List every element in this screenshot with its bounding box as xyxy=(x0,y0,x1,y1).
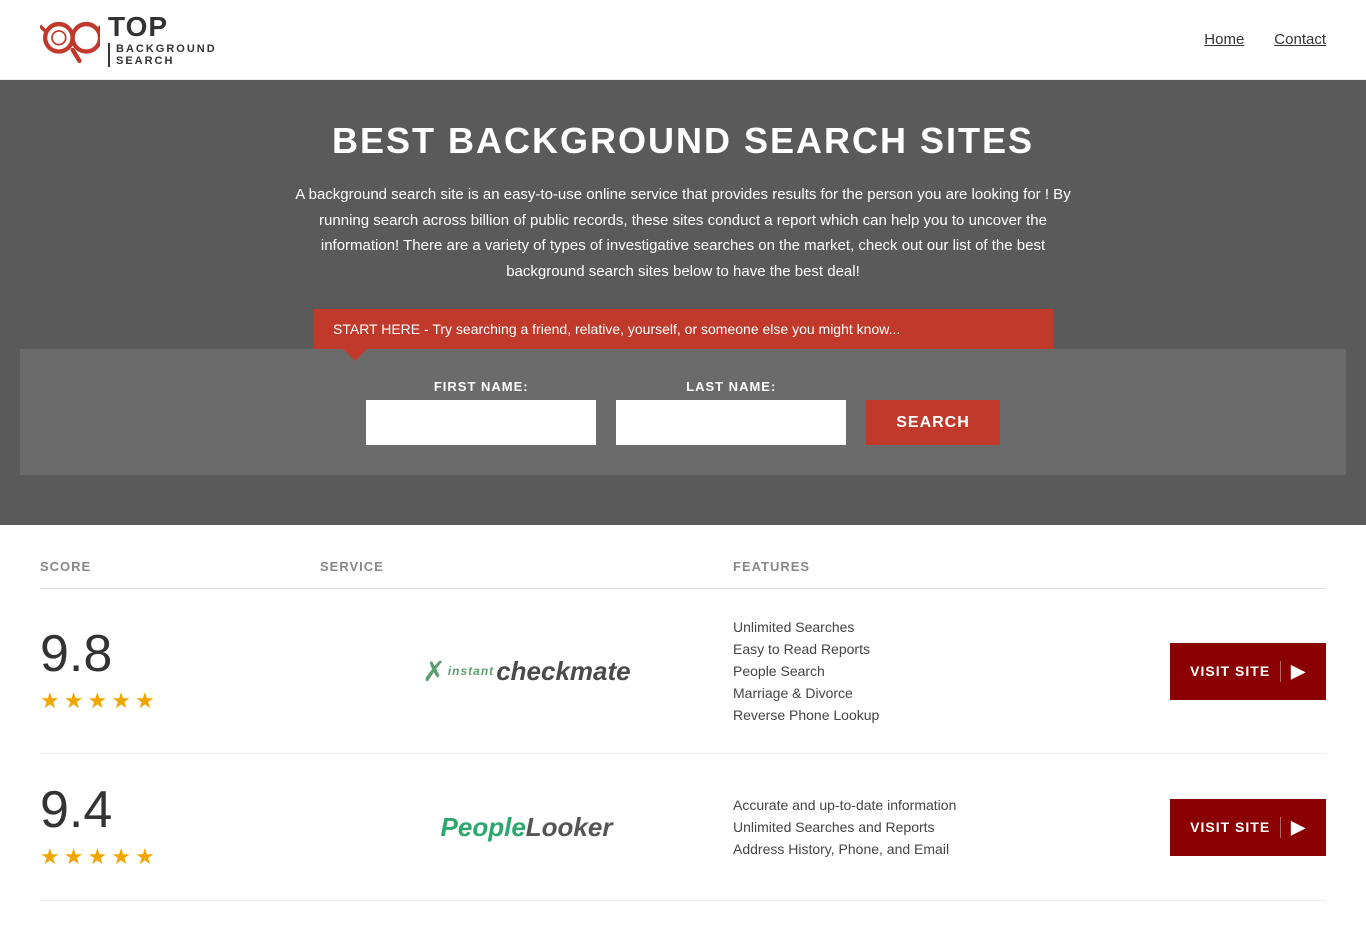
feature-item: Reverse Phone Lookup xyxy=(733,707,1146,723)
visit-label-2: VISIT SITE xyxy=(1190,819,1270,835)
checkmark-icon: ✗ xyxy=(422,655,445,688)
score-number-2: 9.4 xyxy=(40,784,112,836)
search-button[interactable]: SEARCH xyxy=(866,400,1000,445)
checkmate-text: checkmate xyxy=(496,656,630,687)
logo-top-text: TOP xyxy=(108,12,217,43)
col-features: FEATURES xyxy=(733,559,1146,574)
feature-item: Unlimited Searches and Reports xyxy=(733,819,1146,835)
header: TOP BACKGROUNDSEARCH Home Contact xyxy=(0,0,1366,80)
feature-item: Marriage & Divorce xyxy=(733,685,1146,701)
stars-2: ★ ★ ★ ★ ★ xyxy=(40,844,155,870)
hero-description: A background search site is an easy-to-u… xyxy=(283,182,1083,284)
service-cell-1: ✗ instant checkmate xyxy=(320,655,733,688)
people-text: People xyxy=(441,812,526,842)
star-3: ★ xyxy=(87,844,107,870)
feature-item: Address History, Phone, and Email xyxy=(733,841,1146,857)
logo: TOP BACKGROUNDSEARCH xyxy=(40,12,217,67)
results-table: SCORE SERVICE FEATURES 9.8 ★ ★ ★ ★ ★ ✗ i… xyxy=(0,545,1366,941)
last-name-group: LAST NAME: xyxy=(616,379,846,445)
score-number-1: 9.8 xyxy=(40,628,112,680)
star-1: ★ xyxy=(40,688,60,714)
peoplelooker-logo: PeopleLooker xyxy=(441,812,613,843)
search-banner: START HERE - Try searching a friend, rel… xyxy=(313,309,1053,349)
stars-1: ★ ★ ★ ★ ★ xyxy=(40,688,155,714)
col-action xyxy=(1146,559,1326,574)
score-cell-1: 9.8 ★ ★ ★ ★ ★ xyxy=(40,628,320,714)
service-cell-2: PeopleLooker xyxy=(320,812,733,843)
star-3: ★ xyxy=(87,688,107,714)
nav: Home Contact xyxy=(1204,31,1326,48)
nav-contact[interactable]: Contact xyxy=(1274,31,1326,48)
first-name-input[interactable] xyxy=(366,400,596,445)
last-name-label: LAST NAME: xyxy=(616,379,846,394)
star-1: ★ xyxy=(40,844,60,870)
last-name-input[interactable] xyxy=(616,400,846,445)
feature-item: Easy to Read Reports xyxy=(733,641,1146,657)
visit-label-1: VISIT SITE xyxy=(1190,663,1270,679)
star-2: ★ xyxy=(64,844,84,870)
banner-text: START HERE - Try searching a friend, rel… xyxy=(333,321,900,337)
star-5: ★ xyxy=(135,688,155,714)
features-cell-1: Unlimited Searches Easy to Read Reports … xyxy=(733,619,1146,723)
logo-icon xyxy=(40,12,100,67)
logo-text: TOP BACKGROUNDSEARCH xyxy=(108,12,217,67)
search-form: FIRST NAME: LAST NAME: SEARCH xyxy=(40,379,1326,445)
arrow-icon-2: ▶ xyxy=(1280,817,1306,838)
hero-title: BEST BACKGROUND SEARCH SITES xyxy=(20,120,1346,162)
arrow-icon-1: ▶ xyxy=(1280,661,1306,682)
instant-checkmate-logo: ✗ instant checkmate xyxy=(422,655,630,688)
nav-home[interactable]: Home xyxy=(1204,31,1244,48)
instant-text: instant xyxy=(448,664,494,678)
visit-cell-2: VISIT SITE ▶ xyxy=(1146,799,1326,856)
looker-text: Looker xyxy=(526,812,613,842)
logo-bottom-text: BACKGROUNDSEARCH xyxy=(108,43,217,67)
first-name-label: FIRST NAME: xyxy=(366,379,596,394)
features-cell-2: Accurate and up-to-date information Unli… xyxy=(733,797,1146,857)
feature-item: People Search xyxy=(733,663,1146,679)
star-5: ★ xyxy=(135,844,155,870)
first-name-group: FIRST NAME: xyxy=(366,379,596,445)
search-form-container: FIRST NAME: LAST NAME: SEARCH xyxy=(20,349,1346,475)
col-score: SCORE xyxy=(40,559,320,574)
star-2: ★ xyxy=(64,688,84,714)
star-4: ★ xyxy=(111,844,131,870)
visit-cell-1: VISIT SITE ▶ xyxy=(1146,643,1326,700)
hero-section: BEST BACKGROUND SEARCH SITES A backgroun… xyxy=(0,80,1366,525)
col-service: SERVICE xyxy=(320,559,733,574)
table-header: SCORE SERVICE FEATURES xyxy=(40,545,1326,589)
visit-site-button-2[interactable]: VISIT SITE ▶ xyxy=(1170,799,1326,856)
table-row: 9.8 ★ ★ ★ ★ ★ ✗ instant checkmate Unlimi… xyxy=(40,589,1326,754)
table-row: 9.4 ★ ★ ★ ★ ★ PeopleLooker Accurate and … xyxy=(40,754,1326,901)
feature-item: Unlimited Searches xyxy=(733,619,1146,635)
feature-item: Accurate and up-to-date information xyxy=(733,797,1146,813)
visit-site-button-1[interactable]: VISIT SITE ▶ xyxy=(1170,643,1326,700)
score-cell-2: 9.4 ★ ★ ★ ★ ★ xyxy=(40,784,320,870)
star-4: ★ xyxy=(111,688,131,714)
